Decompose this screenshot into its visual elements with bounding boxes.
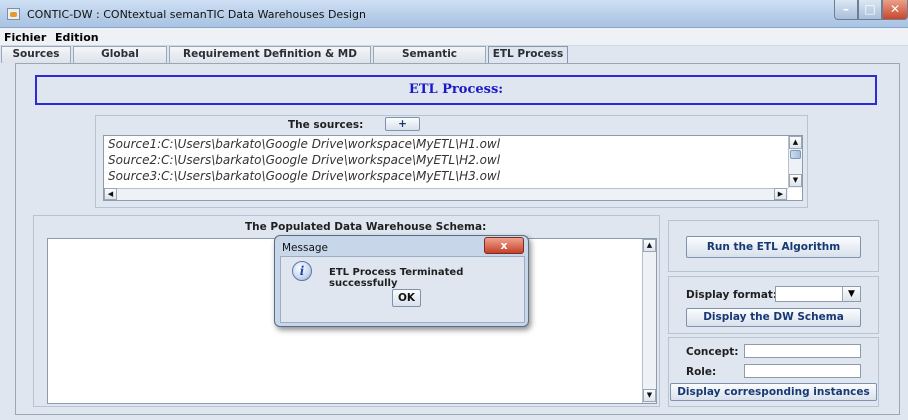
tab-sources[interactable]: Sources xyxy=(1,46,71,63)
maximize-button[interactable]: □ xyxy=(858,0,882,20)
display-dw-schema-button[interactable]: Display the DW Schema xyxy=(686,308,861,327)
menu-edition[interactable]: Edition xyxy=(55,31,99,44)
scroll-up-arrow-icon[interactable]: ▲ xyxy=(643,239,656,252)
message-dialog: Message x i ETL Process Terminated succe… xyxy=(274,235,529,327)
window-title: CONTIC-DW : CONtextual semanTIC Data War… xyxy=(27,8,366,21)
run-etl-button[interactable]: Run the ETL Algorithm xyxy=(686,236,861,258)
scroll-down-arrow-icon[interactable]: ▼ xyxy=(789,174,802,187)
dialog-body: i ETL Process Terminated successfully OK xyxy=(280,256,525,323)
etl-process-header: ETL Process: xyxy=(35,75,877,105)
chevron-down-icon[interactable]: ▼ xyxy=(842,287,860,301)
schema-label: The Populated Data Warehouse Schema: xyxy=(245,221,487,233)
ok-button[interactable]: OK xyxy=(392,289,421,307)
sources-vertical-scrollbar[interactable]: ▲ ▼ xyxy=(788,136,802,188)
display-instances-button[interactable]: Display corresponding instances xyxy=(670,383,877,401)
concept-input[interactable] xyxy=(744,344,861,358)
close-window-button[interactable]: ✕ xyxy=(882,0,908,20)
scroll-up-arrow-icon[interactable]: ▲ xyxy=(789,136,802,149)
dialog-message: ETL Process Terminated successfully xyxy=(329,267,464,289)
display-format-select[interactable]: ▼ xyxy=(775,286,861,302)
tab-bar: Sources Global Ontology Requirement Defi… xyxy=(0,46,908,75)
menu-fichier[interactable]: Fichier xyxy=(4,31,46,44)
scroll-right-arrow-icon[interactable]: ▶ xyxy=(774,188,787,200)
sources-list[interactable]: Source1:C:\Users\barkato\Google Drive\wo… xyxy=(103,135,803,201)
add-source-button[interactable]: + xyxy=(385,117,420,131)
tab-etl-process[interactable]: ETL Process xyxy=(488,46,568,64)
role-label: Role: xyxy=(686,366,717,378)
concept-label: Concept: xyxy=(686,346,739,358)
java-cup-icon xyxy=(7,8,20,20)
source-item: Source2:C:\Users\barkato\Google Drive\wo… xyxy=(108,153,501,167)
tab-requirement-definition[interactable]: Requirement Definition & MD Modeling xyxy=(169,46,371,75)
source-item: Source1:C:\Users\barkato\Google Drive\wo… xyxy=(108,137,501,151)
info-icon: i xyxy=(292,261,312,281)
menu-bar: Fichier Edition xyxy=(0,28,908,46)
role-input[interactable] xyxy=(744,364,861,378)
schema-vertical-scrollbar[interactable]: ▲ ▼ xyxy=(642,239,656,403)
dialog-title: Message xyxy=(282,242,329,254)
scroll-thumb[interactable] xyxy=(790,150,801,159)
window-titlebar: CONTIC-DW : CONtextual semanTIC Data War… xyxy=(0,0,908,28)
tab-semantic-mappings[interactable]: Semantic Mappings xyxy=(373,46,486,75)
dialog-close-button[interactable]: x xyxy=(484,237,524,254)
sources-horizontal-scrollbar[interactable]: ◀ ▶ xyxy=(104,188,788,200)
scroll-left-arrow-icon[interactable]: ◀ xyxy=(104,188,117,200)
source-item: Source3:C:\Users\barkato\Google Drive\wo… xyxy=(108,169,501,183)
scroll-down-arrow-icon[interactable]: ▼ xyxy=(643,389,656,402)
sources-label: The sources: xyxy=(288,119,364,131)
tab-global-ontology[interactable]: Global Ontology xyxy=(73,46,167,75)
minimize-button[interactable]: – xyxy=(834,0,858,20)
display-format-label: Display format: xyxy=(686,289,778,301)
